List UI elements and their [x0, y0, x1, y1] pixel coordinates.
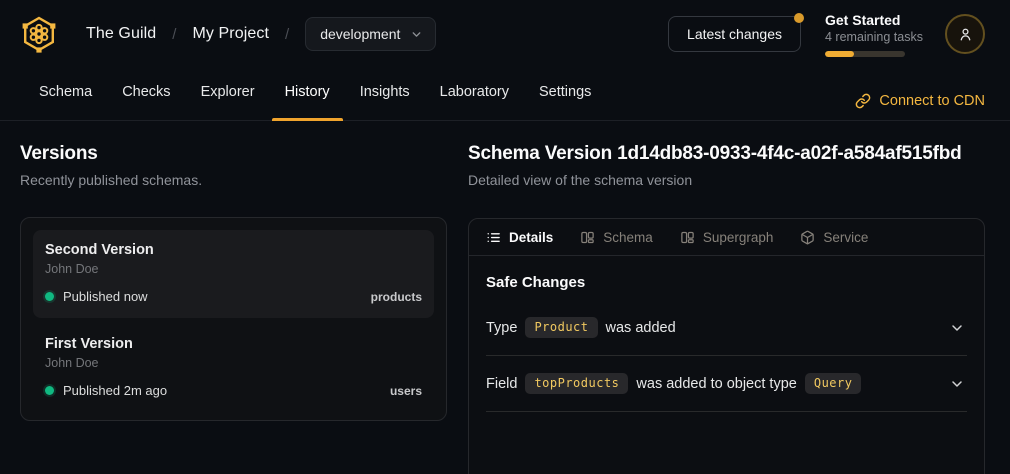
get-started-progress-track: [825, 51, 905, 57]
get-started-progress-fill: [825, 51, 854, 57]
breadcrumb-separator: /: [172, 26, 176, 43]
detail-tabs: Details Schema Sup: [469, 219, 984, 256]
app-header: The Guild / My Project / development Lat…: [0, 0, 1010, 68]
nav-tabs: Schema Checks Explorer History Insights …: [26, 68, 604, 120]
code-pill: Query: [805, 373, 862, 394]
tab-service[interactable]: Service: [800, 230, 868, 245]
change-prefix: Field: [486, 376, 517, 392]
versions-subtitle: Recently published schemas.: [20, 172, 447, 188]
versions-title: Versions: [20, 143, 447, 165]
main-content: Versions Recently published schemas. Sec…: [0, 121, 1010, 474]
target-select-value: development: [320, 26, 400, 42]
tab-schema-label: Schema: [603, 230, 653, 245]
version-author: John Doe: [45, 262, 422, 276]
person-icon: [957, 26, 974, 43]
tab-explorer[interactable]: Explorer: [188, 68, 268, 120]
version-list-item[interactable]: Second Version John Doe Published now pr…: [33, 230, 434, 318]
version-name: First Version: [45, 336, 422, 352]
tab-insights[interactable]: Insights: [347, 68, 423, 120]
chevron-down-icon: [410, 28, 423, 41]
schema-version-subtitle: Detailed view of the schema version: [468, 172, 985, 188]
change-description: Type Product was added: [486, 317, 676, 338]
schema-version-detail-panel: Schema Version 1d14db83-0933-4f4c-a02f-a…: [468, 143, 985, 474]
latest-changes-label: Latest changes: [687, 26, 782, 42]
target-select[interactable]: development: [305, 17, 436, 51]
published-status-dot: [45, 292, 54, 301]
version-list-item[interactable]: First Version John Doe Published 2m ago …: [33, 324, 434, 412]
tab-service-label: Service: [823, 230, 868, 245]
breadcrumb: The Guild / My Project / development: [20, 15, 436, 53]
detail-content: Safe Changes Type Product was added Fiel…: [469, 256, 984, 412]
latest-changes-button[interactable]: Latest changes: [668, 16, 801, 52]
tab-supergraph-label: Supergraph: [703, 230, 774, 245]
tab-history[interactable]: History: [272, 68, 343, 120]
version-status-row: Published 2m ago users: [45, 383, 422, 398]
change-middle: was added to object type: [636, 376, 796, 392]
columns-icon: [580, 230, 595, 245]
guild-hive-logo-icon[interactable]: [20, 15, 58, 53]
published-status-dot: [45, 386, 54, 395]
cube-icon: [800, 230, 815, 245]
tab-details-label: Details: [509, 230, 553, 245]
versions-list-card: Second Version John Doe Published now pr…: [20, 217, 447, 421]
list-icon: [486, 230, 501, 245]
tab-schema-view[interactable]: Schema: [580, 230, 653, 245]
code-pill: topProducts: [525, 373, 628, 394]
get-started-subtitle: 4 remaining tasks: [825, 30, 921, 44]
chevron-down-icon[interactable]: [949, 320, 965, 336]
version-service-badge: products: [371, 290, 422, 304]
schema-version-detail-card: Details Schema Sup: [468, 218, 985, 474]
schema-version-title: Schema Version 1d14db83-0933-4f4c-a02f-a…: [468, 143, 985, 165]
columns-icon: [680, 230, 695, 245]
change-middle: was added: [606, 320, 676, 336]
safe-changes-heading: Safe Changes: [486, 274, 967, 291]
connect-to-cdn-link[interactable]: Connect to CDN: [855, 68, 985, 120]
notification-dot: [794, 13, 804, 23]
breadcrumb-separator: /: [285, 26, 289, 43]
change-description: Field topProducts was added to object ty…: [486, 373, 869, 394]
tab-details[interactable]: Details: [486, 230, 553, 245]
tab-laboratory[interactable]: Laboratory: [427, 68, 522, 120]
user-avatar-button[interactable]: [945, 14, 985, 54]
link-icon: [855, 93, 871, 109]
code-pill: Product: [525, 317, 597, 338]
version-status-row: Published now products: [45, 289, 422, 304]
project-name[interactable]: My Project: [192, 25, 269, 43]
version-status: Published 2m ago: [63, 383, 167, 398]
version-author: John Doe: [45, 356, 422, 370]
versions-panel: Versions Recently published schemas. Sec…: [20, 143, 447, 474]
tab-settings[interactable]: Settings: [526, 68, 604, 120]
version-status: Published now: [63, 289, 148, 304]
chevron-down-icon[interactable]: [949, 376, 965, 392]
project-nav: Schema Checks Explorer History Insights …: [0, 68, 1010, 121]
change-row[interactable]: Type Product was added: [486, 300, 967, 356]
change-prefix: Type: [486, 320, 517, 336]
get-started-title: Get Started: [825, 12, 921, 28]
get-started-widget[interactable]: Get Started 4 remaining tasks: [825, 12, 921, 57]
version-name: Second Version: [45, 242, 422, 258]
version-service-badge: users: [390, 384, 422, 398]
org-name[interactable]: The Guild: [86, 25, 156, 43]
header-actions: Latest changes Get Started 4 remaining t…: [668, 12, 985, 57]
tab-checks[interactable]: Checks: [109, 68, 183, 120]
tab-schema[interactable]: Schema: [26, 68, 105, 120]
change-row[interactable]: Field topProducts was added to object ty…: [486, 356, 967, 412]
tab-supergraph[interactable]: Supergraph: [680, 230, 774, 245]
connect-to-cdn-label: Connect to CDN: [879, 93, 985, 109]
